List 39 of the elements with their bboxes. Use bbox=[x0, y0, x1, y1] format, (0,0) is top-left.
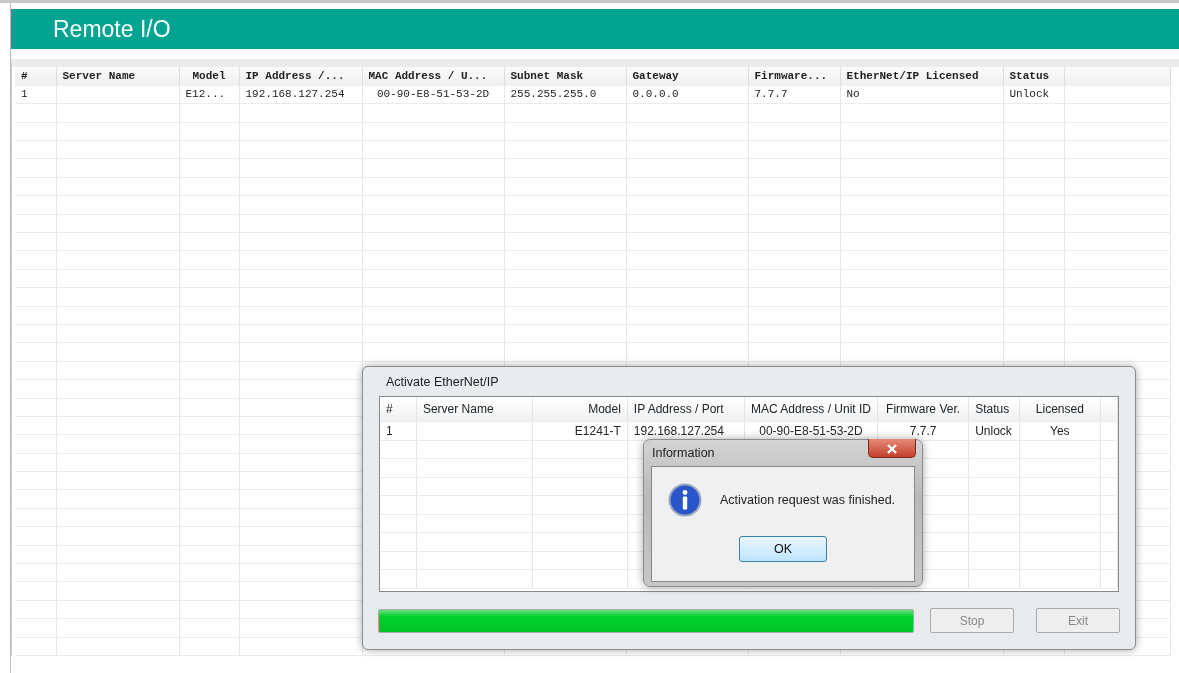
column-header: Model bbox=[532, 397, 628, 421]
column-header: IP Address / Port bbox=[627, 397, 745, 421]
table-cell: No bbox=[840, 85, 1003, 104]
column-header: Gateway bbox=[626, 67, 748, 86]
column-header: # bbox=[15, 67, 56, 86]
column-header: Server Name bbox=[56, 67, 179, 86]
table-cell: 0.0.0.0 bbox=[626, 85, 748, 104]
table-cell: 192.168.127.254 bbox=[239, 85, 362, 104]
column-header: EtherNet/IP Licensed bbox=[840, 67, 1003, 86]
ok-button[interactable]: OK bbox=[739, 536, 827, 562]
info-message: Activation request was finished. bbox=[720, 492, 896, 509]
dialog-title: Activate EtherNet/IP bbox=[386, 373, 499, 391]
column-header: Status bbox=[1003, 67, 1064, 86]
table-cell: E12... bbox=[179, 85, 239, 104]
column-header: Licensed bbox=[1019, 397, 1101, 421]
table-cell: Unlock bbox=[968, 421, 1020, 440]
info-icon bbox=[668, 483, 702, 517]
close-button[interactable] bbox=[868, 439, 916, 458]
table-cell: 1 bbox=[15, 85, 56, 104]
column-header: Firmware... bbox=[748, 67, 840, 86]
column-header: Model bbox=[179, 67, 239, 86]
column-header: # bbox=[380, 397, 417, 421]
table-cell: 1 bbox=[380, 421, 417, 440]
column-header: Server Name bbox=[416, 397, 533, 421]
column-header: MAC Address / U... bbox=[362, 67, 504, 86]
table-cell: 7.7.7 bbox=[748, 85, 840, 104]
table-cell: 00-90-E8-51-53-2D bbox=[362, 85, 504, 104]
column-header: IP Address /... bbox=[239, 67, 362, 86]
column-header: Status bbox=[968, 397, 1020, 421]
table-cell: Unlock bbox=[1003, 85, 1064, 104]
table-cell: Yes bbox=[1019, 421, 1101, 440]
column-header: MAC Address / Unit ID bbox=[744, 397, 878, 421]
table-cell: E1241-T bbox=[532, 421, 628, 440]
app-title: Remote I/O bbox=[53, 17, 171, 41]
column-header: Firmware Ver. bbox=[877, 397, 969, 421]
close-icon bbox=[886, 444, 898, 455]
dialog-title: Information bbox=[652, 444, 715, 462]
column-header: Subnet Mask bbox=[504, 67, 626, 86]
table-cell: 255.255.255.0 bbox=[504, 85, 626, 104]
